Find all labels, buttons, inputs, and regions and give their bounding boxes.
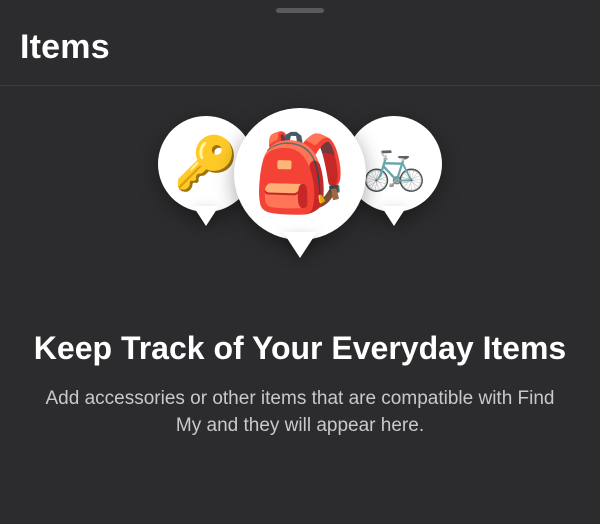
empty-state-headline: Keep Track of Your Everyday Items xyxy=(4,328,596,368)
bicycle-icon: 🚲 xyxy=(362,138,427,190)
sheet-grabber[interactable] xyxy=(276,8,324,13)
items-illustration: 🔑 🎒 🚲 xyxy=(150,108,450,288)
pin-backpack: 🎒 xyxy=(234,108,366,240)
page-title: Items xyxy=(20,28,580,67)
empty-state-subtext: Add accessories or other items that are … xyxy=(0,386,600,439)
empty-state: 🔑 🎒 🚲 Keep Track of Your Everyday Items … xyxy=(0,86,600,439)
backpack-icon: 🎒 xyxy=(253,136,348,212)
key-icon: 🔑 xyxy=(174,138,239,190)
